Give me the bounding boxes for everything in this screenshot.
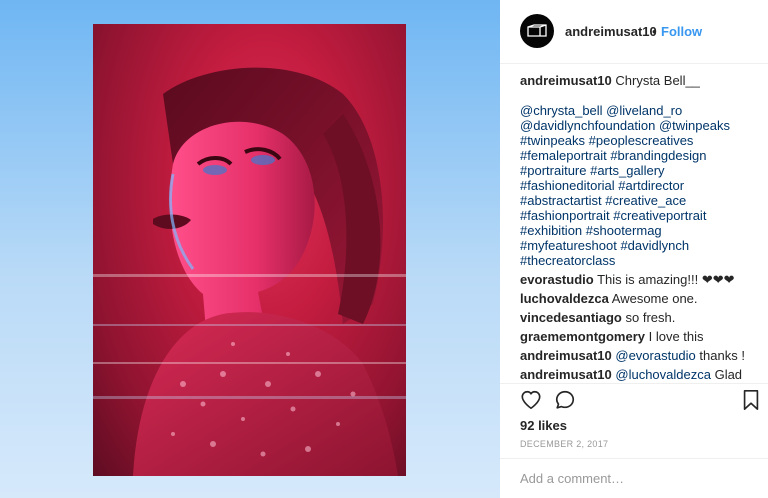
comment-text: Awesome one.: [608, 291, 698, 306]
comment-item: andreimusat10 @luchovaldezca Glad: [520, 367, 755, 382]
caption-tags-line[interactable]: #fashioneditorial #artdirector: [520, 178, 755, 193]
caption-tags-line[interactable]: @davidlynchfoundation @twinpeaks: [520, 118, 755, 133]
caption-text-line: andreimusat10 Chrysta Bell__: [520, 73, 755, 88]
caption-username[interactable]: andreimusat10: [520, 73, 612, 88]
caption-tags-line[interactable]: #thecreatorclass: [520, 253, 755, 268]
comment-mention[interactable]: @luchovaldezca: [612, 367, 711, 382]
caption-tags-line[interactable]: #twinpeaks #peoplescreatives: [520, 133, 755, 148]
portrait-illustration: [93, 67, 406, 476]
comment-text: Glad: [710, 367, 743, 382]
comment-text: I love this: [644, 329, 704, 344]
comment-username[interactable]: andreimusat10: [520, 348, 612, 363]
comment-bubble-icon[interactable]: [554, 389, 576, 411]
comment-username[interactable]: graememontgomery: [520, 329, 645, 344]
header-username[interactable]: andreimusat10: [565, 24, 657, 39]
likes-count[interactable]: 92 likes: [520, 418, 567, 433]
caption-tags-line[interactable]: #exhibition #shootermag: [520, 223, 755, 238]
comment-mention[interactable]: @evorastudio: [612, 348, 695, 363]
follow-button[interactable]: Follow: [661, 24, 702, 39]
post-photo[interactable]: [93, 24, 406, 476]
actions-divider: [500, 383, 768, 384]
avatar[interactable]: [520, 14, 554, 48]
caption-tags-line[interactable]: @chrysta_bell @liveland_ro: [520, 103, 755, 118]
caption-tags-line[interactable]: #abstractartist #creative_ace: [520, 193, 755, 208]
caption-tags-line[interactable]: #myfeatureshoot #davidlynch: [520, 238, 755, 253]
add-comment-input[interactable]: [520, 468, 755, 488]
media-pane: [0, 0, 500, 498]
heart-icon[interactable]: [520, 389, 542, 411]
cube-logo-icon: [527, 24, 547, 37]
caption-tags-line[interactable]: #portraiture #arts_gallery: [520, 163, 755, 178]
caption-tags-line[interactable]: #fashionportrait #creativeportrait: [520, 208, 755, 223]
comment-username[interactable]: evorastudio: [520, 272, 594, 287]
post-info-pane: andreimusat10 • Follow andreimusat10 Chr…: [500, 0, 768, 498]
comment-username[interactable]: luchovaldezca: [520, 291, 609, 306]
comment-divider: [500, 458, 768, 459]
caption-tags-line[interactable]: #femaleportrait #brandingdesign: [520, 148, 755, 163]
post-header: andreimusat10 • Follow: [500, 0, 768, 64]
comment-username[interactable]: andreimusat10: [520, 367, 612, 382]
caption: andreimusat10 Chrysta Bell__ @chrysta_be…: [520, 73, 755, 268]
comment-item: evorastudio This is amazing!!! ❤❤❤: [520, 272, 755, 287]
comments-list[interactable]: andreimusat10 Chrysta Bell__ @chrysta_be…: [520, 73, 755, 383]
comment-username[interactable]: vincedesantiago: [520, 310, 622, 325]
comment-item: vincedesantiago so fresh.: [520, 310, 755, 325]
comment-item: luchovaldezca Awesome one.: [520, 291, 755, 306]
comment-item: andreimusat10 @evorastudio thanks !: [520, 348, 755, 363]
comment-item: graememontgomery I love this: [520, 329, 755, 344]
post-date[interactable]: DECEMBER 2, 2017: [520, 439, 608, 449]
bookmark-icon[interactable]: [742, 389, 760, 411]
comment-text: This is amazing!!! ❤❤❤: [593, 272, 735, 287]
comment-text: so fresh.: [621, 310, 676, 325]
comment-text: thanks !: [695, 348, 745, 363]
caption-text: Chrysta Bell__: [611, 73, 700, 88]
header-separator: •: [652, 24, 657, 39]
